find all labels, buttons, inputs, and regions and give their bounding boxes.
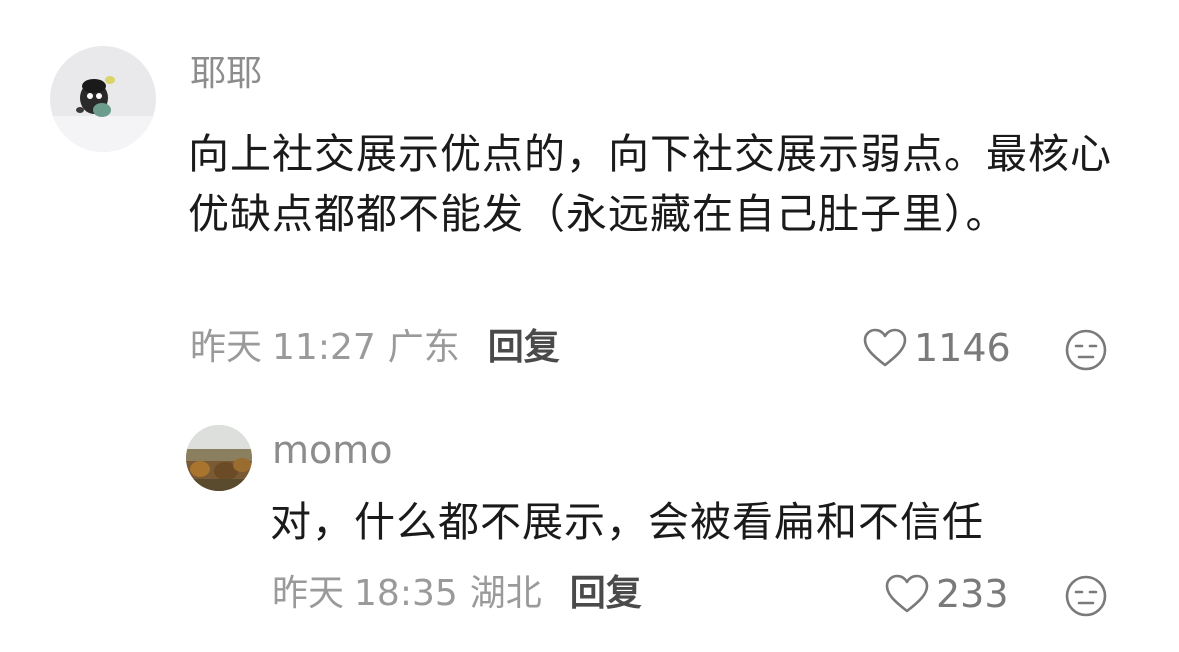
- like-button[interactable]: 233: [884, 572, 1009, 616]
- heart-outline-icon: [885, 574, 929, 613]
- comment-date: 昨天: [190, 327, 263, 368]
- avatar-image: [50, 46, 156, 152]
- comment-date: 昨天: [272, 573, 345, 614]
- reply-comment-item: momo 对，什么都不展示，会被看扁和不信任 昨天 18:35 湖北 回复 233: [0, 400, 1179, 652]
- meh-face-icon[interactable]: [1064, 574, 1108, 618]
- username[interactable]: 耶耶: [190, 52, 262, 96]
- comment-item: 耶耶 向上社交展示优点的，向下社交展示弱点。最核心优缺点都都不能发（永远藏在自己…: [0, 0, 1179, 390]
- like-count: 233: [936, 572, 1009, 616]
- meh-face-icon[interactable]: [1064, 328, 1108, 372]
- comment-time: 11:27: [272, 327, 376, 368]
- comment-meta: 昨天 18:35 湖北 回复: [272, 572, 642, 616]
- avatar-image: [186, 425, 252, 491]
- comment-time: 18:35: [354, 573, 458, 614]
- comment-location: 湖北: [469, 573, 542, 614]
- avatar[interactable]: [50, 46, 156, 152]
- heart-outline-icon: [863, 328, 907, 367]
- reply-button[interactable]: 回复: [488, 327, 560, 368]
- comment-text: 向上社交展示优点的，向下社交展示弱点。最核心优缺点都都不能发（永远藏在自己肚子里…: [188, 130, 1112, 238]
- like-button[interactable]: 1146: [862, 326, 1011, 370]
- comment-location: 广东: [387, 327, 460, 368]
- comment-text: 对，什么都不展示，会被看扁和不信任: [270, 498, 984, 546]
- comment-meta: 昨天 11:27 广东 回复: [190, 326, 560, 370]
- username[interactable]: momo: [272, 428, 393, 472]
- like-count: 1146: [914, 326, 1011, 370]
- reply-button[interactable]: 回复: [570, 573, 642, 614]
- avatar[interactable]: [186, 425, 252, 491]
